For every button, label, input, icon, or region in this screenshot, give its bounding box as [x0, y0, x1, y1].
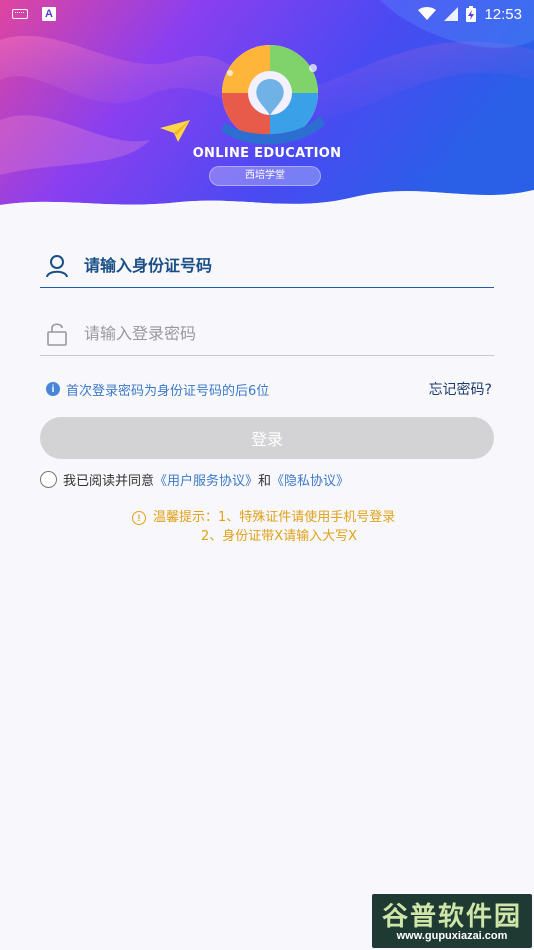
battery-charging-icon — [466, 6, 477, 22]
user-icon — [42, 251, 72, 281]
header-banner: A 12:53 ONLINE EDUCATION 西培学堂 — [0, 0, 534, 215]
login-button[interactable]: 登录 — [40, 417, 494, 459]
watermark-title: 谷普软件园 — [381, 902, 522, 932]
brand-subtitle: 西培学堂 — [209, 166, 321, 186]
id-number-field[interactable] — [40, 244, 494, 288]
brand-title: ONLINE EDUCATION — [192, 146, 342, 161]
a-icon: A — [42, 7, 56, 21]
app-logo — [221, 45, 325, 145]
agreement-and: 和 — [258, 473, 272, 489]
status-time: 12:53 — [484, 5, 522, 23]
agreement-prefix: 我已阅读并同意 — [63, 473, 155, 489]
status-bar: A 12:53 — [0, 0, 534, 28]
watermark-url: www.gupuxiazai.com — [396, 930, 508, 942]
password-input[interactable] — [84, 313, 494, 354]
tips-block: ! 温馨提示：1、特殊证件请使用手机号登录 2、身份证带X请输入大写X — [132, 508, 395, 546]
forgot-password-link[interactable]: 忘记密码? — [429, 379, 492, 399]
tips-line-1: 温馨提示：1、特殊证件请使用手机号登录 — [153, 510, 396, 525]
tips-line-2: 2、身份证带X请输入大写X — [201, 529, 358, 544]
privacy-agreement-link[interactable]: 《隐私协议》 — [271, 470, 349, 489]
no-sim-icon — [444, 7, 459, 21]
id-number-input[interactable] — [84, 245, 494, 286]
keyboard-icon — [12, 9, 28, 19]
paper-plane-icon — [160, 120, 190, 142]
wifi-icon — [418, 7, 437, 20]
watermark-logo: 谷普软件园 www.gupuxiazai.com — [372, 894, 532, 948]
agreement-radio[interactable] — [40, 470, 57, 488]
password-hint: 首次登录密码为身份证号码的后6位 — [66, 383, 270, 399]
lock-icon — [42, 319, 72, 349]
user-agreement-link[interactable]: 《用户服务协议》 — [154, 470, 258, 489]
password-field[interactable] — [40, 312, 494, 356]
warning-icon: ! — [132, 510, 146, 525]
info-icon: i — [46, 382, 60, 396]
agreement-row: 我已阅读并同意 《用户服务协议》 和 《隐私协议》 — [40, 469, 349, 489]
password-hint-row: i 首次登录密码为身份证号码的后6位 忘记密码? — [46, 379, 492, 399]
